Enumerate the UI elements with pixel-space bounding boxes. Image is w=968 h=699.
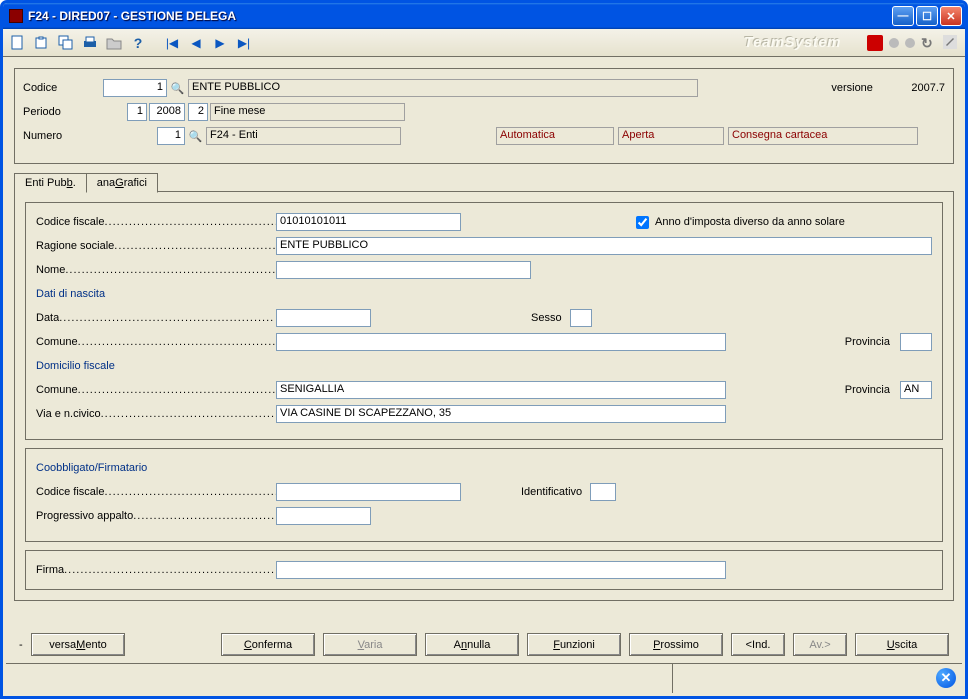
tab-anagrafici[interactable]: anaGrafici	[86, 173, 158, 193]
numero-field[interactable]: 1	[157, 127, 185, 145]
tab-strip: Enti Pubb. anaGrafici	[14, 172, 954, 192]
av-button[interactable]: Av.>	[793, 633, 847, 656]
nome-label: Nome	[36, 264, 276, 276]
maximize-button[interactable]: ☐	[916, 6, 938, 26]
search-icon-2[interactable]: 🔍	[188, 129, 203, 144]
sesso-label: Sesso	[531, 312, 562, 324]
periodo-n[interactable]: 2	[188, 103, 208, 121]
periodo-month[interactable]: 1	[127, 103, 147, 121]
annulla-button[interactable]: Annulla	[425, 633, 519, 656]
ident-field[interactable]	[590, 483, 616, 501]
versione-value: 2007.7	[911, 82, 945, 94]
comune-n-label: Comune	[36, 336, 276, 348]
via-field[interactable]: VIA CASINE DI SCAPEZZANO, 35	[276, 405, 726, 423]
help-icon[interactable]: ?	[129, 34, 147, 52]
firma-label: Firma	[36, 564, 276, 576]
group-coobbligato: Coobbligato/Firmatario Codice fiscale Id…	[25, 448, 943, 542]
form-area: Codice 1 🔍 ENTE PUBBLICO versione 2007.7…	[6, 60, 962, 693]
status-aperta: Aperta	[618, 127, 724, 145]
firma-field[interactable]	[276, 561, 726, 579]
statusbar: ✕	[6, 663, 962, 693]
anno-imposta-label: Anno d'imposta diverso da anno solare	[655, 216, 845, 228]
status-automatica: Automatica	[496, 127, 614, 145]
comune-n-field[interactable]	[276, 333, 726, 351]
brand-logo: TeamSystem	[259, 34, 861, 51]
rs-label: Ragione sociale	[36, 240, 276, 252]
anno-imposta-checkbox[interactable]	[636, 216, 649, 229]
nome-field[interactable]	[276, 261, 531, 279]
help-status-icon[interactable]: ✕	[936, 668, 956, 688]
varia-button[interactable]: Varia	[323, 633, 417, 656]
pdf-icon[interactable]	[867, 35, 883, 51]
titlebar: F24 - DIRED07 - GESTIONE DELEGA — ☐ ✕	[3, 3, 965, 29]
status-consegna: Consegna cartacea	[728, 127, 918, 145]
numero-label: Numero	[23, 130, 103, 142]
prov-d-label: Provincia	[845, 384, 890, 396]
data-label: Data	[36, 312, 276, 324]
comune-d-field[interactable]: SENIGALLIA	[276, 381, 726, 399]
tab-content: Codice fiscale 01010101011 Anno d'impost…	[14, 191, 954, 601]
conferma-button[interactable]: Conferma	[221, 633, 315, 656]
codice-desc: ENTE PUBBLICO	[188, 79, 698, 97]
prov-d-field[interactable]: AN	[900, 381, 932, 399]
versione-label: versione	[831, 82, 911, 94]
numero-desc: F24 - Enti	[206, 127, 401, 145]
dot-icon-1[interactable]	[889, 38, 899, 48]
nav-next-icon[interactable]: ▶	[211, 34, 229, 52]
group-anagrafica: Codice fiscale 01010101011 Anno d'impost…	[25, 202, 943, 440]
tab-enti-pubb[interactable]: Enti Pubb.	[14, 173, 87, 192]
section-dom-fiscale: Domicilio fiscale	[36, 360, 115, 372]
section-coobbligato: Coobbligato/Firmatario	[36, 462, 147, 474]
nav-prev-icon[interactable]: ◀	[187, 34, 205, 52]
versamento-button[interactable]: versaMento	[31, 633, 125, 656]
ident-label: Identificativo	[521, 486, 582, 498]
minimize-button[interactable]: —	[892, 6, 914, 26]
app-icon	[9, 9, 23, 23]
group-firma: Firma	[25, 550, 943, 590]
button-bar: - versaMento Conferma Varia Annulla Funz…	[9, 629, 959, 660]
section-dati-nascita: Dati di nascita	[36, 288, 105, 300]
uscita-button[interactable]: Uscita	[855, 633, 949, 656]
prov-n-label: Provincia	[845, 336, 890, 348]
cf2-field[interactable]	[276, 483, 461, 501]
rs-field[interactable]: ENTE PUBBLICO	[276, 237, 932, 255]
periodo-year[interactable]: 2008	[149, 103, 185, 121]
toolbar: ? |◀ ◀ ▶ ▶| TeamSystem ↻	[3, 29, 965, 57]
dot-icon-2[interactable]	[905, 38, 915, 48]
comune-d-label: Comune	[36, 384, 276, 396]
nav-first-icon[interactable]: |◀	[163, 34, 181, 52]
codice-field[interactable]: 1	[103, 79, 167, 97]
codice-label: Codice	[23, 82, 103, 94]
cf2-label: Codice fiscale	[36, 486, 276, 498]
prog-label: Progressivo appalto	[36, 510, 276, 522]
app-window: F24 - DIRED07 - GESTIONE DELEGA — ☐ ✕ ? …	[0, 0, 968, 699]
nav-last-icon[interactable]: ▶|	[235, 34, 253, 52]
via-label: Via e n.civico	[36, 408, 276, 420]
refresh-icon[interactable]: ↻	[921, 35, 937, 51]
new-icon[interactable]	[9, 34, 27, 52]
funzioni-button[interactable]: Funzioni	[527, 633, 621, 656]
cf-field[interactable]: 01010101011	[276, 213, 461, 231]
periodo-desc: Fine mese	[210, 103, 405, 121]
prossimo-button[interactable]: Prossimo	[629, 633, 723, 656]
search-icon[interactable]: 🔍	[170, 81, 185, 96]
print-icon[interactable]	[81, 34, 99, 52]
prog-field[interactable]	[276, 507, 371, 525]
ind-button[interactable]: <Ind.	[731, 633, 785, 656]
header-box: Codice 1 🔍 ENTE PUBBLICO versione 2007.7…	[14, 68, 954, 164]
prov-n-field[interactable]	[900, 333, 932, 351]
periodo-label: Periodo	[23, 106, 103, 118]
window-title: F24 - DIRED07 - GESTIONE DELEGA	[28, 9, 892, 23]
cascade-icon[interactable]	[57, 34, 75, 52]
cf-label: Codice fiscale	[36, 216, 276, 228]
sesso-field[interactable]	[570, 309, 592, 327]
data-field[interactable]	[276, 309, 371, 327]
open-icon[interactable]	[33, 34, 51, 52]
folder-icon[interactable]	[105, 34, 123, 52]
edit-icon[interactable]	[943, 35, 959, 51]
close-button[interactable]: ✕	[940, 6, 962, 26]
